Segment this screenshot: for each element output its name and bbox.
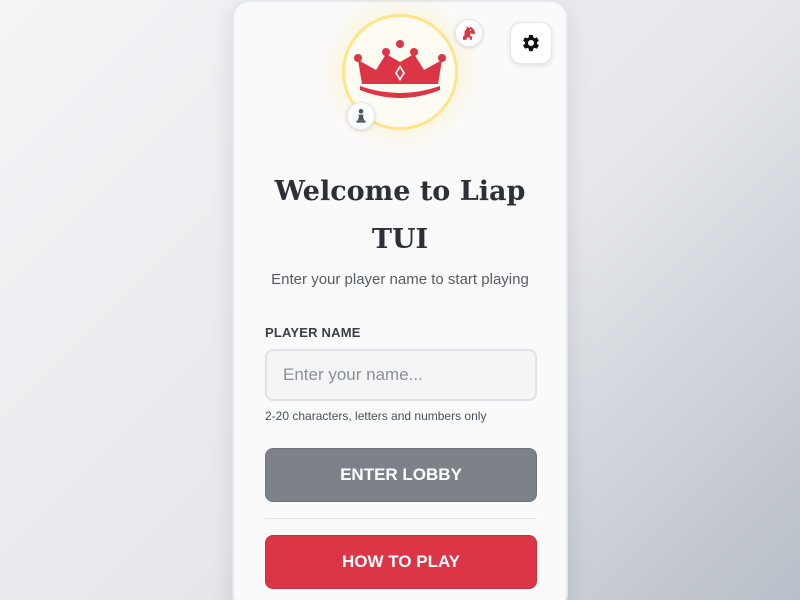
settings-button[interactable]	[510, 22, 552, 64]
welcome-subtitle: Enter your player name to start playing	[271, 271, 529, 288]
enter-lobby-button[interactable]: ENTER LOBBY	[265, 448, 537, 502]
game-logo	[320, 0, 483, 152]
how-to-play-button[interactable]: HOW TO PLAY	[265, 535, 537, 589]
divider	[265, 518, 537, 519]
login-card: Welcome to Liap TUI Enter your player na…	[232, 0, 568, 600]
knight-badge	[455, 19, 483, 47]
pawn-icon	[356, 109, 366, 123]
player-name-hint: 2-20 characters, letters and numbers onl…	[265, 409, 487, 423]
player-name-input[interactable]	[265, 349, 537, 401]
player-name-label: PLAYER NAME	[265, 325, 361, 340]
welcome-title: Welcome to Liap TUI	[274, 176, 526, 255]
crown-icon	[354, 40, 446, 98]
pawn-badge	[347, 102, 375, 130]
gear-icon	[523, 34, 539, 52]
knight-icon	[463, 26, 475, 40]
